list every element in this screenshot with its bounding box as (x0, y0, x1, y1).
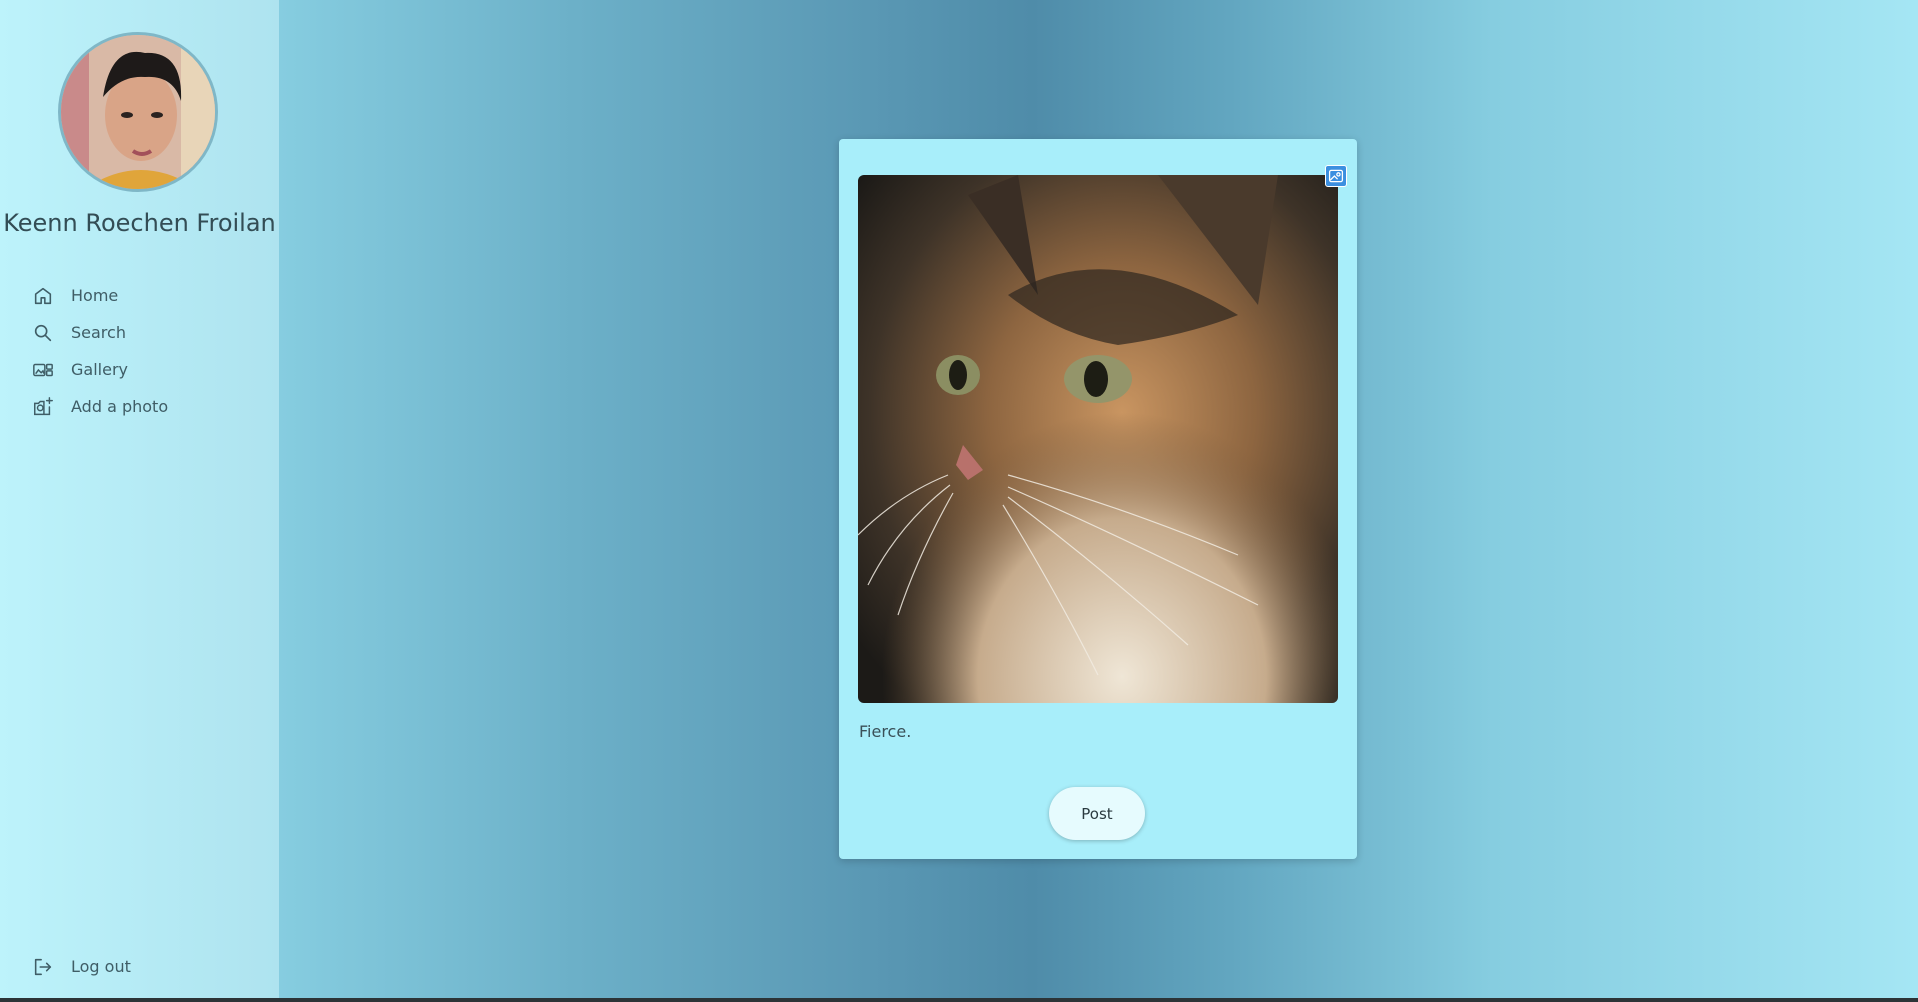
post-button[interactable]: Post (1049, 787, 1145, 840)
post-photo[interactable] (858, 175, 1338, 703)
app: Keenn Roechen Froilan Home Search Galler… (0, 0, 1918, 1002)
nav-item-home[interactable]: Home (30, 277, 260, 314)
post-caption: Fierce. (859, 722, 912, 741)
logout-button[interactable]: Log out (30, 948, 131, 985)
sidebar: Keenn Roechen Froilan Home Search Galler… (0, 0, 279, 998)
bottom-edge (0, 998, 1918, 1002)
add-photo-icon (30, 394, 56, 420)
home-icon (30, 283, 56, 309)
nav-item-add-photo[interactable]: Add a photo (30, 388, 260, 425)
photo-badge-icon[interactable] (1325, 165, 1347, 187)
avatar[interactable] (58, 32, 218, 192)
nav-item-search[interactable]: Search (30, 314, 260, 351)
nav-item-label: Gallery (71, 360, 128, 379)
search-icon (30, 320, 56, 346)
post-card: Fierce. Post (839, 139, 1357, 859)
avatar-image (61, 35, 215, 189)
nav-menu: Home Search Gallery Add a photo (30, 277, 260, 425)
nav-item-label: Home (71, 286, 119, 305)
nav-item-label: Search (71, 323, 126, 342)
nav-item-gallery[interactable]: Gallery (30, 351, 260, 388)
cat-photo-image (858, 175, 1338, 703)
nav-item-label: Add a photo (71, 397, 169, 416)
gallery-icon (30, 357, 56, 383)
profile-name: Keenn Roechen Froilan (3, 209, 276, 237)
logout-icon (30, 954, 56, 980)
logout-label: Log out (71, 957, 131, 976)
